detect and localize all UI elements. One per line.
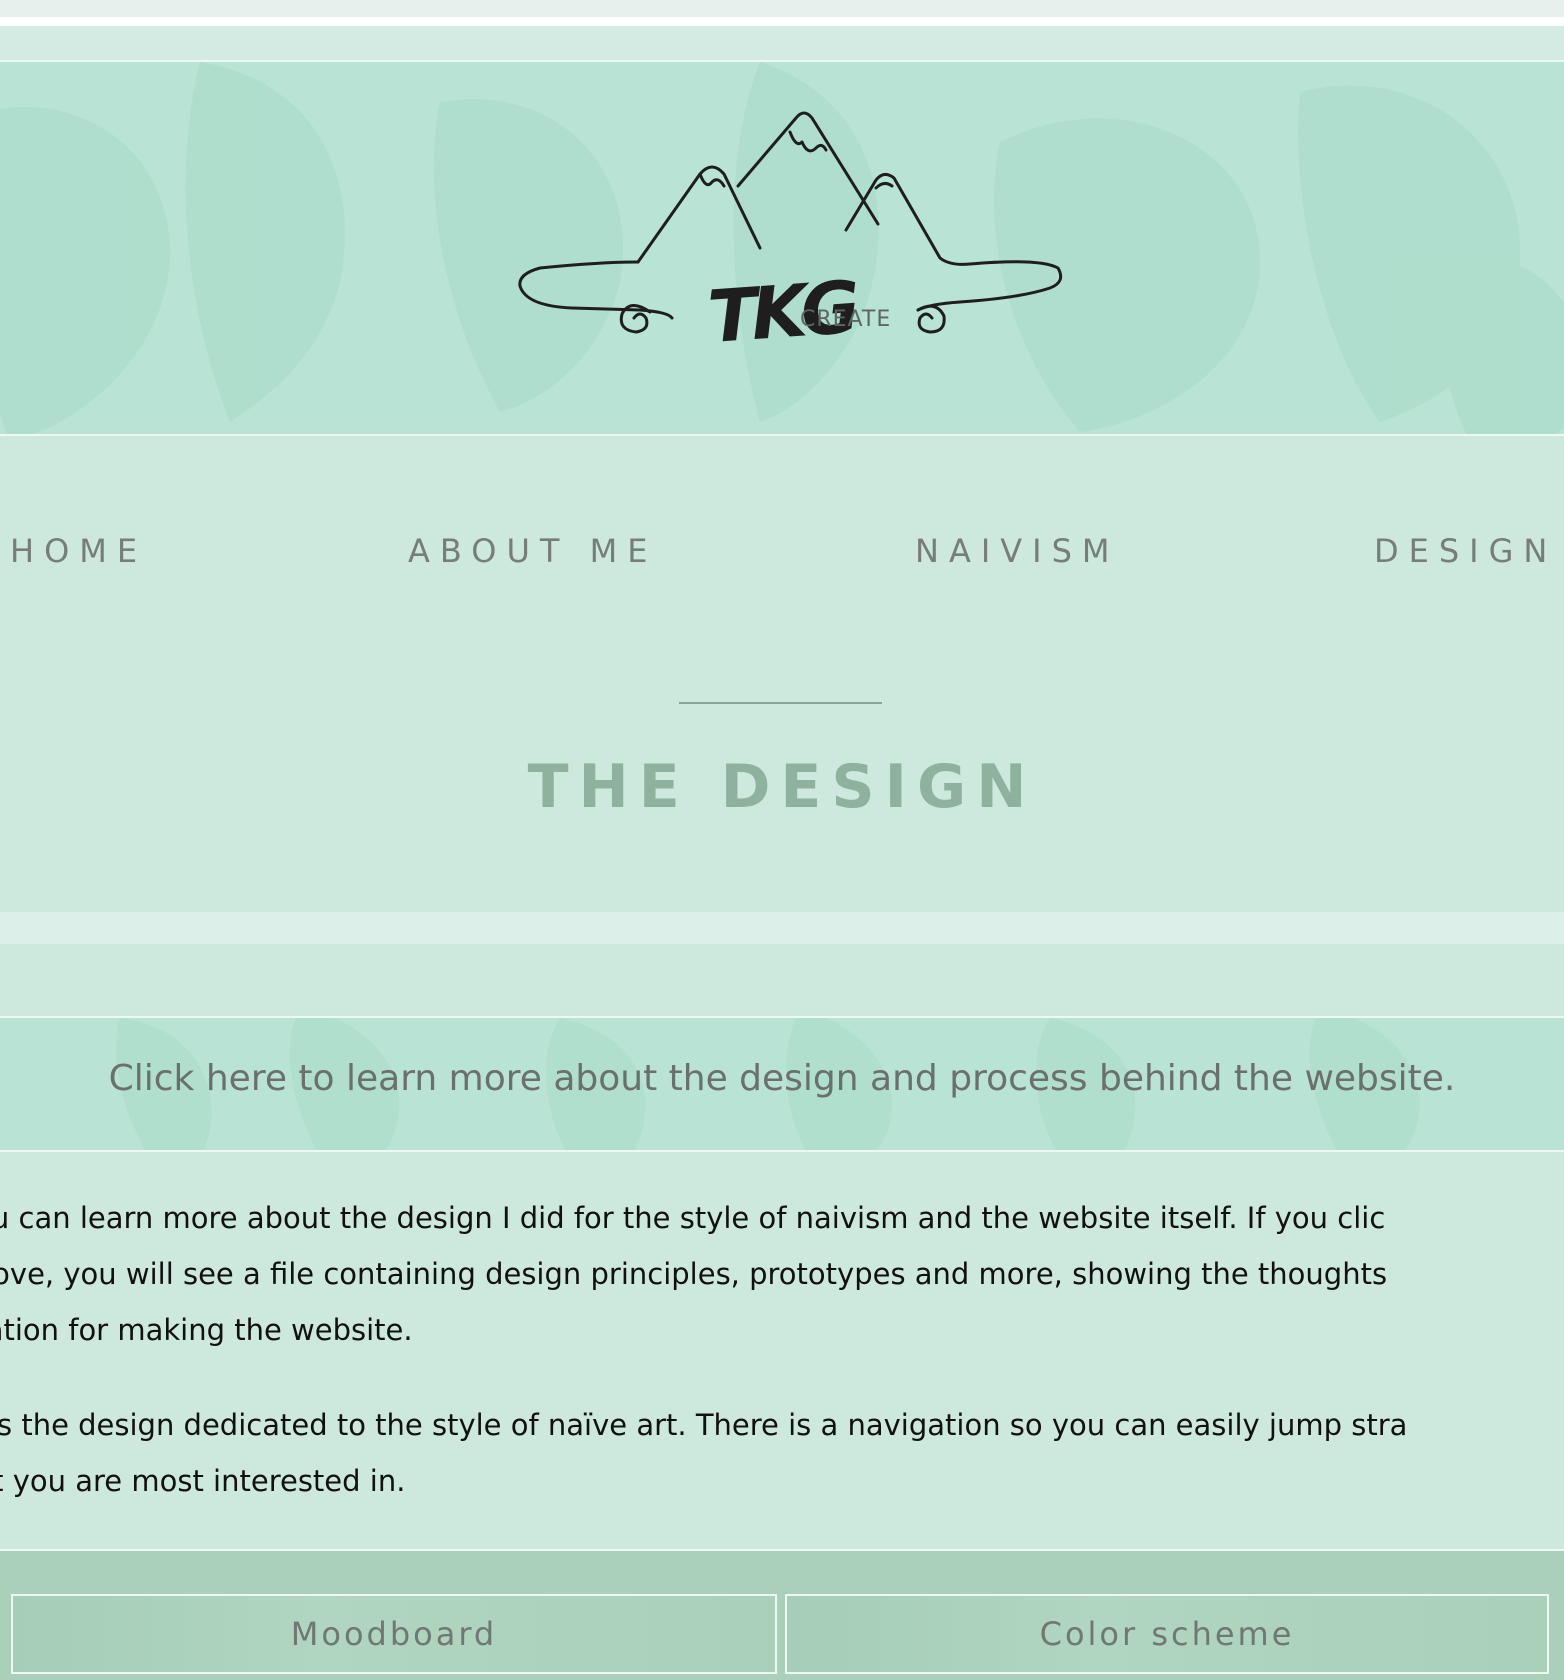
second-paragraph: w is the design dedicated to the style o… <box>0 1397 1564 1509</box>
second-line-2: hat you are most interested in. <box>0 1464 406 1498</box>
intro-line-3: aration for making the website. <box>0 1313 413 1347</box>
hero-banner: TKG CREATE <box>0 62 1564 436</box>
nav-item-about-me[interactable]: ABOUT ME <box>408 532 657 570</box>
color-scheme-button[interactable]: Color scheme <box>785 1594 1549 1674</box>
second-line-1: w is the design dedicated to the style o… <box>0 1408 1408 1442</box>
intro-paragraph: you can learn more about the design I di… <box>0 1190 1564 1358</box>
section-band <box>0 912 1564 944</box>
top-white-line <box>0 17 1564 26</box>
top-strip <box>0 26 1564 62</box>
nav-item-design[interactable]: DESIGN <box>1374 532 1557 570</box>
intro-line-2: above, you will see a file containing de… <box>0 1257 1388 1291</box>
nav-item-home[interactable]: HOME <box>10 532 147 570</box>
logo-subtitle: CREATE <box>800 307 891 332</box>
site-logo[interactable]: TKG CREATE <box>0 62 1564 434</box>
main-navigation: HOME ABOUT ME NAIVISM DESIGN <box>0 436 1564 592</box>
design-link-text[interactable]: Click here to learn more about the desig… <box>0 1058 1564 1099</box>
design-sections-bar: Moodboard Color scheme <box>0 1549 1564 1680</box>
title-divider <box>679 702 882 704</box>
intro-line-1: you can learn more about the design I di… <box>0 1201 1386 1235</box>
moodboard-button[interactable]: Moodboard <box>11 1594 777 1674</box>
nav-item-naivism[interactable]: NAIVISM <box>915 532 1120 570</box>
page-title: THE DESIGN <box>527 752 1037 822</box>
design-link-banner[interactable]: Click here to learn more about the desig… <box>0 1016 1564 1152</box>
